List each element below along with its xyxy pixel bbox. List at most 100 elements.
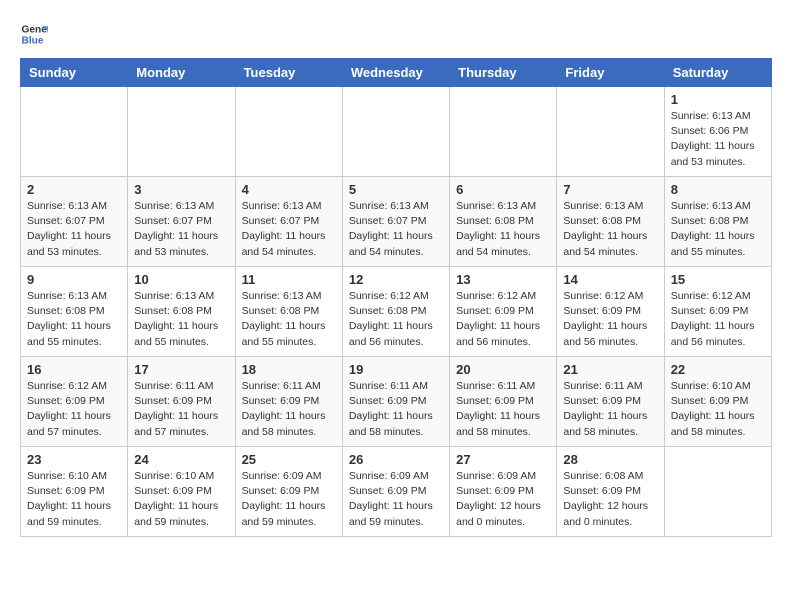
calendar-cell: 13 Sunrise: 6:12 AM Sunset: 6:09 PM Dayli… [450,267,557,357]
calendar-cell [21,87,128,177]
calendar-cell: 7 Sunrise: 6:13 AM Sunset: 6:08 PM Daylig… [557,177,664,267]
calendar-cell [557,87,664,177]
day-info: Sunrise: 6:10 AM Sunset: 6:09 PM Dayligh… [27,469,121,530]
calendar-cell: 4 Sunrise: 6:13 AM Sunset: 6:07 PM Daylig… [235,177,342,267]
day-number: 9 [27,272,121,287]
calendar-cell: 12 Sunrise: 6:12 AM Sunset: 6:08 PM Dayli… [342,267,449,357]
calendar-cell: 26 Sunrise: 6:09 AM Sunset: 6:09 PM Dayli… [342,447,449,537]
calendar-cell: 25 Sunrise: 6:09 AM Sunset: 6:09 PM Dayli… [235,447,342,537]
calendar-cell: 6 Sunrise: 6:13 AM Sunset: 6:08 PM Daylig… [450,177,557,267]
day-number: 6 [456,182,550,197]
day-info: Sunrise: 6:12 AM Sunset: 6:09 PM Dayligh… [563,289,657,350]
day-info: Sunrise: 6:11 AM Sunset: 6:09 PM Dayligh… [134,379,228,440]
day-info: Sunrise: 6:08 AM Sunset: 6:09 PM Dayligh… [563,469,657,530]
calendar-cell: 14 Sunrise: 6:12 AM Sunset: 6:09 PM Dayli… [557,267,664,357]
svg-text:Blue: Blue [22,35,44,46]
day-number: 21 [563,362,657,377]
day-info: Sunrise: 6:10 AM Sunset: 6:09 PM Dayligh… [134,469,228,530]
day-number: 4 [242,182,336,197]
day-number: 1 [671,92,765,107]
day-info: Sunrise: 6:11 AM Sunset: 6:09 PM Dayligh… [242,379,336,440]
calendar-cell: 20 Sunrise: 6:11 AM Sunset: 6:09 PM Dayli… [450,357,557,447]
day-number: 17 [134,362,228,377]
calendar-cell: 15 Sunrise: 6:12 AM Sunset: 6:09 PM Dayli… [664,267,771,357]
day-number: 7 [563,182,657,197]
day-number: 27 [456,452,550,467]
day-number: 26 [349,452,443,467]
day-number: 10 [134,272,228,287]
weekday-header-friday: Friday [557,59,664,87]
calendar-cell: 28 Sunrise: 6:08 AM Sunset: 6:09 PM Dayli… [557,447,664,537]
weekday-header-saturday: Saturday [664,59,771,87]
calendar-week-5: 23 Sunrise: 6:10 AM Sunset: 6:09 PM Dayli… [21,447,772,537]
day-number: 25 [242,452,336,467]
calendar-cell: 10Sunrise: 6:13 AM Sunset: 6:08 PM Dayli… [128,267,235,357]
calendar-cell [342,87,449,177]
day-number: 2 [27,182,121,197]
calendar-cell [664,447,771,537]
day-number: 13 [456,272,550,287]
weekday-header-thursday: Thursday [450,59,557,87]
calendar-cell: 16Sunrise: 6:12 AM Sunset: 6:09 PM Dayli… [21,357,128,447]
calendar-week-2: 2 Sunrise: 6:13 AM Sunset: 6:07 PM Daylig… [21,177,772,267]
day-info: Sunrise: 6:12 AM Sunset: 6:09 PM Dayligh… [456,289,550,350]
calendar-cell [450,87,557,177]
day-number: 11 [242,272,336,287]
day-info: Sunrise: 6:13 AM Sunset: 6:08 PM Dayligh… [671,199,765,260]
day-info: Sunrise: 6:13 AM Sunset: 6:08 PM Dayligh… [27,289,121,350]
day-number: 12 [349,272,443,287]
day-info: Sunrise: 6:13 AM Sunset: 6:08 PM Dayligh… [456,199,550,260]
calendar-cell: 21 Sunrise: 6:11 AM Sunset: 6:09 PM Dayli… [557,357,664,447]
day-number: 19 [349,362,443,377]
calendar-cell [128,87,235,177]
calendar-cell: 9 Sunrise: 6:13 AM Sunset: 6:08 PM Daylig… [21,267,128,357]
calendar-cell: 18 Sunrise: 6:11 AM Sunset: 6:09 PM Dayli… [235,357,342,447]
day-number: 8 [671,182,765,197]
calendar-cell: 5Sunrise: 6:13 AM Sunset: 6:07 PM Daylig… [342,177,449,267]
day-info: Sunrise: 6:12 AM Sunset: 6:08 PM Dayligh… [349,289,443,350]
day-info: Sunrise: 6:13 AM Sunset: 6:07 PM Dayligh… [242,199,336,260]
calendar-cell: 22 Sunrise: 6:10 AM Sunset: 6:09 PM Dayli… [664,357,771,447]
day-info: Sunrise: 6:12 AM Sunset: 6:09 PM Dayligh… [27,379,121,440]
day-number: 23 [27,452,121,467]
calendar-cell: 27 Sunrise: 6:09 AM Sunset: 6:09 PM Dayli… [450,447,557,537]
calendar-cell: 23 Sunrise: 6:10 AM Sunset: 6:09 PM Dayli… [21,447,128,537]
page-header: General Blue [20,20,772,48]
day-info: Sunrise: 6:12 AM Sunset: 6:09 PM Dayligh… [671,289,765,350]
logo: General Blue [20,20,48,48]
day-info: Sunrise: 6:11 AM Sunset: 6:09 PM Dayligh… [349,379,443,440]
generalblue-logo-icon: General Blue [20,20,48,48]
day-number: 14 [563,272,657,287]
weekday-header-monday: Monday [128,59,235,87]
svg-text:General: General [22,24,48,35]
day-number: 24 [134,452,228,467]
calendar-cell: 3 Sunrise: 6:13 AM Sunset: 6:07 PM Daylig… [128,177,235,267]
calendar-cell: 19 Sunrise: 6:11 AM Sunset: 6:09 PM Dayli… [342,357,449,447]
day-info: Sunrise: 6:11 AM Sunset: 6:09 PM Dayligh… [563,379,657,440]
day-info: Sunrise: 6:09 AM Sunset: 6:09 PM Dayligh… [349,469,443,530]
day-number: 20 [456,362,550,377]
day-info: Sunrise: 6:11 AM Sunset: 6:09 PM Dayligh… [456,379,550,440]
day-info: Sunrise: 6:13 AM Sunset: 6:08 PM Dayligh… [242,289,336,350]
calendar-week-4: 16Sunrise: 6:12 AM Sunset: 6:09 PM Dayli… [21,357,772,447]
calendar-week-1: 1Sunrise: 6:13 AM Sunset: 6:06 PM Daylig… [21,87,772,177]
day-info: Sunrise: 6:13 AM Sunset: 6:07 PM Dayligh… [134,199,228,260]
calendar-cell: 11 Sunrise: 6:13 AM Sunset: 6:08 PM Dayli… [235,267,342,357]
calendar-cell: 8 Sunrise: 6:13 AM Sunset: 6:08 PM Daylig… [664,177,771,267]
calendar-table: SundayMondayTuesdayWednesdayThursdayFrid… [20,58,772,537]
day-info: Sunrise: 6:09 AM Sunset: 6:09 PM Dayligh… [242,469,336,530]
calendar-cell: 17 Sunrise: 6:11 AM Sunset: 6:09 PM Dayli… [128,357,235,447]
weekday-header-wednesday: Wednesday [342,59,449,87]
day-number: 3 [134,182,228,197]
day-info: Sunrise: 6:09 AM Sunset: 6:09 PM Dayligh… [456,469,550,530]
day-info: Sunrise: 6:13 AM Sunset: 6:08 PM Dayligh… [563,199,657,260]
calendar-cell: 24 Sunrise: 6:10 AM Sunset: 6:09 PM Dayli… [128,447,235,537]
day-info: Sunrise: 6:13 AM Sunset: 6:07 PM Dayligh… [27,199,121,260]
day-info: Sunrise: 6:10 AM Sunset: 6:09 PM Dayligh… [671,379,765,440]
day-number: 22 [671,362,765,377]
day-number: 28 [563,452,657,467]
day-number: 15 [671,272,765,287]
day-number: 18 [242,362,336,377]
day-info: Sunrise: 6:13 AM Sunset: 6:07 PM Dayligh… [349,199,443,260]
calendar-cell: 2 Sunrise: 6:13 AM Sunset: 6:07 PM Daylig… [21,177,128,267]
